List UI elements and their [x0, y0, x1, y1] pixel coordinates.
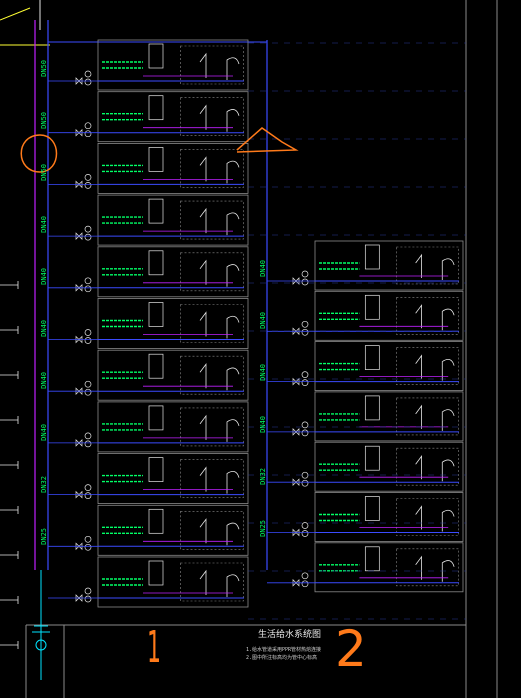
fixture-panel-1-1	[75, 91, 249, 143]
title-block-note-2: 2.图中所注标高均为管中心标高	[246, 655, 318, 661]
drawing-frame	[25, 0, 498, 698]
riser-label-left-3: DN40	[40, 216, 48, 233]
fixture-panel-2-6	[292, 542, 464, 593]
water-meter-icon	[301, 270, 309, 286]
water-meter-icon	[84, 329, 92, 344]
water-meter-icon	[84, 587, 92, 603]
fixture-panel-1-4	[75, 246, 249, 298]
water-meter-icon	[84, 535, 92, 551]
fixture-panel-2-5	[292, 492, 464, 542]
fixture-panel-2-0	[292, 240, 464, 291]
riser-label-left-5: DN40	[40, 320, 48, 337]
riser-label-left-9: DN25	[40, 528, 48, 545]
water-meter-icon	[301, 471, 309, 487]
title-block-note-1: 1.给水管道采用PPR管材热熔连接	[246, 647, 322, 653]
riser-label-left-8: DN32	[40, 476, 48, 493]
water-meter-icon	[84, 70, 92, 86]
riser-label-left-4: DN40	[40, 268, 48, 285]
left-edge-ticks	[0, 281, 19, 649]
water-meter-icon	[301, 572, 309, 588]
water-meter-icon	[84, 122, 92, 138]
riser-label-right-2: DN40	[259, 364, 267, 381]
fixture-column-1	[48, 39, 249, 608]
plumbing-system-diagram	[0, 0, 498, 698]
top-left-connector	[0, 0, 50, 46]
annotation-number-2: 2	[335, 620, 367, 678]
water-meter-icon	[301, 522, 309, 537]
riser-label-right-0: DN40	[259, 260, 267, 277]
riser-label-left-2: DN50	[40, 164, 48, 181]
fixture-panel-1-6	[75, 349, 249, 401]
riser-label-right-5: DN25	[259, 520, 267, 537]
water-meter-icon	[84, 432, 92, 448]
fixture-panel-1-9	[75, 504, 249, 556]
fixture-panel-2-4	[292, 441, 464, 492]
fixture-panel-1-7	[75, 401, 249, 453]
riser-label-right-1: DN40	[259, 312, 267, 329]
water-meter-icon	[84, 380, 92, 396]
water-meter-icon	[84, 225, 92, 241]
riser-label-left-0: DN50	[40, 60, 48, 77]
fixture-panel-1-0	[75, 39, 249, 91]
fixture-panel-1-2	[75, 142, 249, 194]
title-block-title: 生活给水系统图	[258, 630, 322, 640]
fixture-panel-2-2	[292, 341, 464, 392]
water-meter-icon	[84, 174, 92, 189]
circle-annotation	[20, 134, 58, 173]
fixture-panel-1-3	[75, 194, 249, 246]
water-meter-icon	[301, 421, 309, 437]
fixture-column-2	[267, 240, 464, 593]
riser-label-left-6: DN40	[40, 372, 48, 389]
fixture-panel-1-10	[75, 556, 249, 608]
orange-annotations	[20, 127, 299, 173]
fixture-panel-2-1	[292, 290, 464, 341]
annotation-number-1: 1	[147, 622, 161, 673]
riser-label-left-7: DN40	[40, 424, 48, 441]
fixture-panel-2-3	[292, 391, 464, 442]
water-meter-icon	[84, 277, 92, 293]
riser-label-right-3: DN40	[259, 416, 267, 433]
water-meter-icon	[84, 484, 92, 499]
fixture-panel-1-5	[75, 298, 249, 349]
riser-label-left-1: DN50	[40, 112, 48, 129]
water-meter-icon	[301, 371, 309, 386]
water-meter-icon	[301, 320, 309, 336]
riser-label-right-4: DN32	[259, 468, 267, 485]
fixture-panel-1-8	[75, 453, 249, 505]
